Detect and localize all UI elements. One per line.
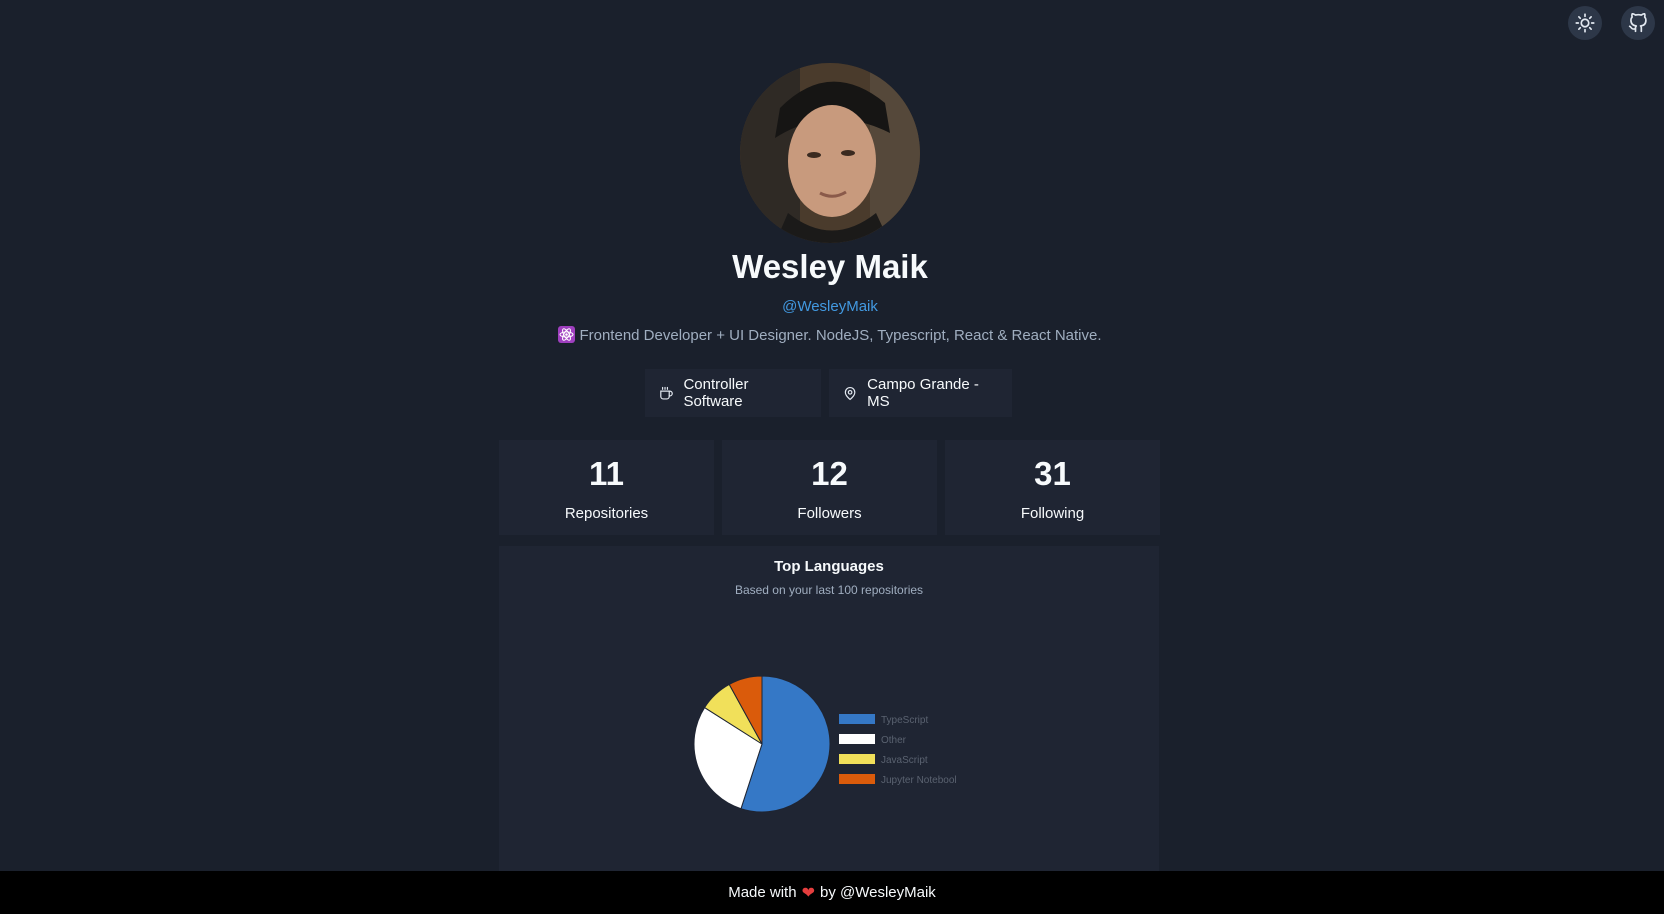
- location-label: Campo Grande - MS: [867, 376, 979, 410]
- stat-label: Following: [1020, 505, 1085, 522]
- stat-value: 12: [811, 455, 848, 492]
- theme-toggle-button[interactable]: [1568, 6, 1602, 40]
- legend-label: Other: [881, 735, 907, 746]
- sun-icon: [1575, 13, 1595, 33]
- avatar: [740, 63, 920, 243]
- coffee-cup-icon: [660, 386, 673, 400]
- profile-bio: Frontend Developer + UI Designer. NodeJS…: [0, 326, 1660, 344]
- legend-label: JavaScript: [881, 755, 928, 766]
- heart-icon: ❤: [801, 884, 815, 902]
- location-chip: Campo Grande - MS: [829, 369, 1012, 417]
- github-icon: [1628, 13, 1647, 33]
- top-languages-card: Top Languages Based on your last 100 rep…: [499, 546, 1159, 871]
- bio-text: Frontend Developer + UI Designer. NodeJS…: [579, 327, 1102, 344]
- footer-prefix: Made with: [728, 884, 797, 901]
- atom-icon: [558, 326, 576, 343]
- legend-label: Jupyter Notebool: [881, 775, 957, 786]
- legend-swatch: [839, 734, 875, 744]
- company-chip: Controller Software: [645, 369, 821, 417]
- stat-followers: 12 Followers: [722, 440, 937, 535]
- map-pin-icon: [844, 386, 856, 400]
- legend-label: TypeScript: [881, 715, 928, 726]
- github-link-button[interactable]: [1621, 6, 1655, 40]
- legend-swatch: [839, 754, 875, 764]
- profile-name: Wesley Maik: [732, 248, 928, 285]
- stat-value: 11: [589, 455, 624, 492]
- stat-repositories: 11 Repositories: [499, 440, 714, 535]
- footer: Made with ❤ by @WesleyMaik: [0, 871, 1664, 914]
- stat-following: 31 Following: [945, 440, 1160, 535]
- company-label: Controller Software: [683, 376, 749, 410]
- legend-swatch: [839, 774, 875, 784]
- languages-pie-chart: TypeScript Other JavaScript Jupyter Noteboo…: [693, 675, 957, 813]
- profile-handle-link[interactable]: @WesleyMaik: [0, 298, 1660, 315]
- stat-value: 31: [1034, 455, 1071, 492]
- stat-label: Followers: [797, 505, 862, 522]
- legend-swatch: [839, 714, 875, 724]
- footer-suffix: by @WesleyMaik: [819, 884, 936, 901]
- stat-label: Repositories: [564, 505, 649, 522]
